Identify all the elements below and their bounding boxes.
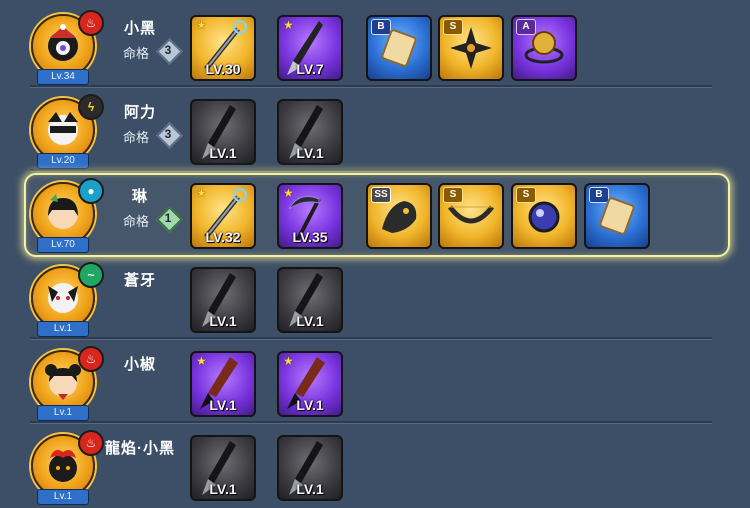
weapon-slot[interactable]: ★ LV.35 [277, 183, 343, 249]
character-row[interactable]: Lv.1 ~ 蒼牙 LV.1 LV.1 [0, 256, 750, 340]
wolf-ninja-portrait-icon [48, 283, 78, 313]
shuriken-icon [450, 27, 492, 69]
fate-value: 3 [157, 39, 179, 61]
fate-value: 3 [157, 123, 179, 145]
character-name: 小椒 [123, 356, 156, 373]
beast-icon [382, 201, 417, 233]
weapon-slot[interactable]: ★ LV.1 [190, 351, 256, 417]
fate-label: 命格 [123, 214, 150, 229]
level-badge: Lv.34 [37, 69, 89, 85]
orb-ring-icon [524, 31, 564, 64]
character-name: 龍焰·小黑 [105, 440, 175, 457]
item-slot[interactable]: B [366, 15, 432, 81]
fate-label: 命格 [123, 130, 150, 145]
character-name: 阿力 [123, 104, 156, 121]
weapon-slot[interactable]: LV.1 [277, 435, 343, 501]
level-badge: Lv.20 [37, 153, 89, 169]
item-slot[interactable]: S [438, 15, 504, 81]
dark-orb-icon [528, 201, 560, 233]
girl-ninja-portrait-icon [48, 194, 78, 229]
water-element-icon: ● [78, 178, 104, 204]
weapon-level: LV.1 [209, 313, 237, 329]
weapon-slot[interactable]: ★ LV.7 [277, 15, 343, 81]
weapon-level: LV.32 [205, 229, 241, 245]
weapon-level: LV.1 [296, 397, 324, 413]
item-slot[interactable]: B [584, 183, 650, 249]
lightning-element-icon: ϟ [78, 94, 104, 120]
character-row[interactable]: Lv.1 ♨ 小椒 ★ LV.1 ★ LV.1 [0, 340, 750, 424]
item-slot[interactable]: S [438, 183, 504, 249]
fire-element-icon: ♨ [78, 10, 104, 36]
level-badge: Lv.1 [37, 321, 89, 337]
character-name: 小黑 [123, 20, 156, 37]
weapon-slot[interactable]: LV.1 [277, 267, 343, 333]
character-row-selected[interactable]: Lv.70 ● 琳 命格 1 ★ LV.32 ★ LV.35 SS S S B [0, 172, 750, 257]
dragon-flame-portrait-icon [49, 450, 77, 482]
level-badge: Lv.70 [37, 237, 89, 253]
weapon-level: LV.7 [296, 61, 324, 77]
weapon-level: LV.1 [296, 313, 324, 329]
item-slot[interactable]: S [511, 183, 577, 249]
fire-element-icon: ♨ [78, 430, 104, 456]
fate-label: 命格 [123, 46, 150, 61]
item-slot[interactable]: SS [366, 183, 432, 249]
panda-ninja-portrait-icon [48, 112, 78, 145]
wind-element-icon: ~ [78, 262, 104, 288]
weapon-slot[interactable]: LV.1 [190, 435, 256, 501]
pepper-girl-portrait-icon [45, 364, 81, 400]
weapon-level: LV.1 [209, 145, 237, 161]
weapon-level: LV.1 [209, 481, 237, 497]
bow-icon [448, 205, 494, 224]
character-row[interactable]: Lv.20 ϟ 阿力 命格 3 LV.1 LV.1 [0, 88, 750, 172]
weapon-level: LV.1 [296, 145, 324, 161]
scroll-icon [381, 29, 417, 67]
weapon-slot[interactable]: ★ LV.1 [277, 351, 343, 417]
weapon-slot[interactable]: LV.1 [190, 99, 256, 165]
weapon-slot[interactable]: LV.1 [277, 99, 343, 165]
level-badge: Lv.1 [37, 405, 89, 421]
weapon-slot[interactable]: ★ LV.30 [190, 15, 256, 81]
level-badge: Lv.1 [37, 489, 89, 505]
weapon-level: LV.35 [292, 229, 328, 245]
fire-element-icon: ♨ [78, 346, 104, 372]
character-list: Lv.34 ♨ 小黑 命格 3 ★ LV.30 ★ LV.7 B S A Lv.… [0, 0, 750, 507]
character-row[interactable]: Lv.34 ♨ 小黑 命格 3 ★ LV.30 ★ LV.7 B S A [0, 4, 750, 88]
weapon-level: LV.1 [296, 481, 324, 497]
character-row[interactable]: Lv.1 ♨ 龍焰·小黑 LV.1 LV.1 [0, 424, 750, 508]
item-slot[interactable]: A [511, 15, 577, 81]
fate-value: 1 [157, 207, 179, 229]
weapon-level: LV.1 [209, 397, 237, 413]
weapon-level: LV.30 [205, 61, 241, 77]
ninja-cat-portrait-icon [48, 24, 78, 61]
weapon-slot[interactable]: ★ LV.32 [190, 183, 256, 249]
character-name: 蒼牙 [123, 272, 156, 289]
character-name: 琳 [131, 188, 148, 205]
scroll-icon [599, 197, 635, 235]
weapon-slot[interactable]: LV.1 [190, 267, 256, 333]
